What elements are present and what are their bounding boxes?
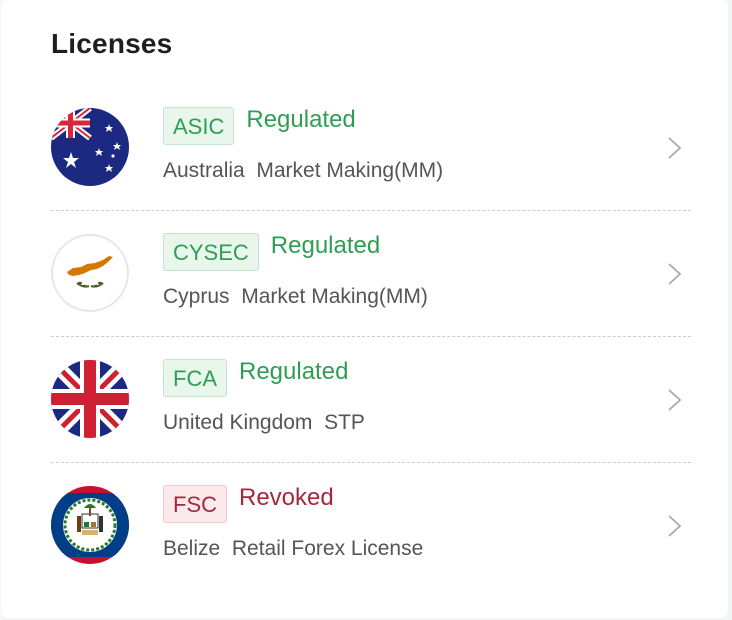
license-list: ASIC Regulated Australia Market Making(M… [51, 84, 691, 588]
licenses-card: Licenses ASIC Regulated Australia Market… [1, 0, 728, 618]
chevron-right-icon [668, 389, 682, 411]
status-label: Revoked [239, 484, 334, 511]
country-label: United Kingdom [163, 411, 313, 434]
country-label: Australia [163, 159, 245, 182]
license-type-label: Market Making(MM) [241, 285, 428, 308]
chevron-right-icon [668, 263, 682, 285]
status-label: Regulated [246, 106, 356, 133]
country-label: Cyprus [163, 285, 230, 308]
license-type-label: STP [324, 411, 365, 434]
status-label: Regulated [270, 232, 381, 259]
agency-badge: FSC [163, 485, 227, 523]
country-label: Belize [163, 537, 221, 560]
license-row-fsc[interactable]: FSC Revoked Belize Retail Forex License [51, 462, 691, 588]
status-label: Regulated [239, 358, 349, 385]
agency-badge: CYSEC [163, 233, 259, 271]
cyprus-flag-icon [51, 234, 129, 312]
license-type-label: Retail Forex License [231, 537, 424, 560]
section-title: Licenses [51, 28, 173, 59]
belize-flag-icon [51, 486, 129, 564]
australia-flag-icon [51, 108, 129, 186]
chevron-right-icon [668, 515, 682, 537]
agency-badge: ASIC [163, 107, 235, 145]
license-row-fca[interactable]: FCA Regulated United Kingdom STP [51, 336, 691, 462]
license-row-cysec[interactable]: CYSEC Regulated Cyprus Market Making(MM) [51, 210, 691, 336]
license-type-label: Market Making(MM) [256, 159, 444, 182]
chevron-right-icon [668, 137, 682, 159]
license-row-asic[interactable]: ASIC Regulated Australia Market Making(M… [51, 84, 691, 210]
agency-badge: FCA [163, 359, 227, 397]
uk-flag-icon [51, 360, 129, 438]
